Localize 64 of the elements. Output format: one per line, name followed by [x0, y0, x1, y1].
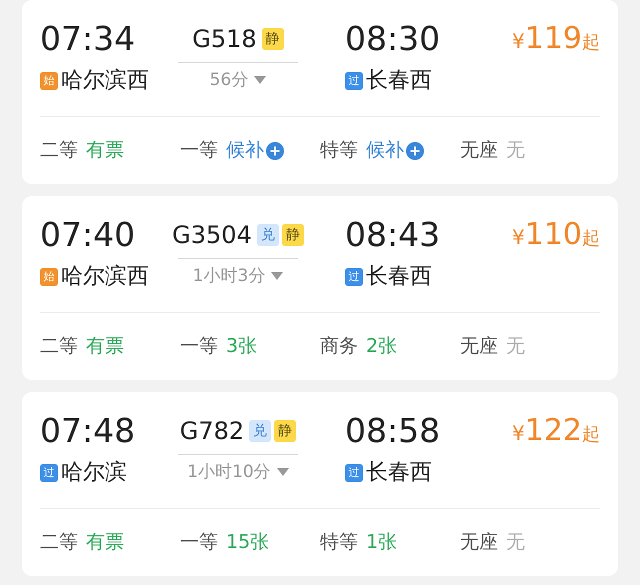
station-name: 长春西: [366, 68, 432, 94]
seat-class: 一等: [180, 530, 218, 556]
seat-class: 特等: [320, 530, 358, 556]
departure-time: 07:48: [40, 412, 136, 450]
train-number: G518: [192, 25, 257, 53]
seat-availability: 15张: [226, 530, 270, 556]
train-tag: 兑: [256, 224, 279, 246]
seat-availability: 有票: [86, 530, 124, 556]
seat-availability: 2张: [366, 334, 398, 360]
dropdown-caret-icon[interactable]: [276, 468, 289, 476]
station-name: 哈尔滨西: [61, 264, 149, 290]
station-badge: 过: [345, 268, 363, 286]
station-name: 长春西: [366, 460, 432, 486]
train-tag: 兑: [249, 420, 272, 442]
arrival-time: 08:43: [345, 216, 442, 254]
seat-availability: 无: [506, 530, 525, 556]
arrival-time: 08:58: [345, 412, 442, 450]
price: ¥122起: [512, 412, 600, 450]
seat-availability: 3张: [226, 334, 258, 360]
departure-time: 07:34: [40, 20, 136, 58]
plus-icon[interactable]: [266, 142, 284, 160]
seat-class: 商务: [320, 334, 358, 360]
duration: 1小时10分: [187, 461, 271, 483]
seat-class: 无座: [460, 530, 498, 556]
arrival-time: 08:30: [345, 20, 442, 58]
dropdown-caret-icon[interactable]: [254, 76, 266, 84]
departure-time: 07:40: [40, 216, 136, 254]
price: ¥110起: [512, 216, 600, 254]
station-badge: 过: [40, 464, 58, 482]
station-name: 长春西: [366, 264, 432, 290]
seat-class: 无座: [460, 334, 498, 360]
seat-availability[interactable]: 候补: [366, 136, 404, 165]
seat-class: 无座: [460, 138, 498, 164]
train-card[interactable]: 07:48 过 哈尔滨 G782 兑 静 1小时10分 08:58 过 长春西 ¥122起 二等 有票 一等 15张 特等 1张 无座 无: [22, 392, 618, 576]
station-badge: 始: [40, 268, 58, 286]
station-badge: 过: [345, 464, 363, 482]
train-tag: 静: [262, 28, 284, 50]
station-badge: 始: [40, 72, 58, 90]
seat-class: 特等: [320, 138, 358, 164]
seat-class: 二等: [40, 334, 78, 360]
train-tag: 静: [282, 224, 304, 246]
seat-availability[interactable]: 候补: [226, 136, 264, 165]
price: ¥119起: [512, 20, 600, 58]
seat-availability: 有票: [86, 138, 124, 164]
train-card[interactable]: 07:40 始 哈尔滨西 G3504 兑 静 1小时3分 08:43 过 长春西 ¥110起 二等 有票 一等 3张 商务 2张 无座 无: [22, 196, 618, 380]
seat-availability: 无: [506, 334, 525, 360]
train-number: G3504: [172, 221, 252, 249]
seat-availability: 有票: [86, 334, 124, 360]
train-card[interactable]: 07:34 始 哈尔滨西 G518 静 56分 08:30 过 长春西 ¥119起 二等 有票 一等 候补 特等 候补 无座 无: [22, 0, 618, 184]
seat-class: 一等: [180, 334, 218, 360]
train-number: G782: [180, 417, 244, 445]
seat-availability: 无: [506, 138, 525, 164]
train-tag: 静: [274, 420, 296, 442]
plus-icon[interactable]: [406, 142, 424, 160]
seat-class: 一等: [180, 138, 218, 164]
seat-class: 二等: [40, 138, 78, 164]
station-name: 哈尔滨西: [61, 68, 149, 94]
station-name: 哈尔滨: [61, 460, 127, 486]
station-badge: 过: [345, 72, 363, 90]
dropdown-caret-icon[interactable]: [271, 272, 284, 280]
seat-availability: 1张: [366, 530, 398, 556]
duration: 56分: [210, 69, 248, 91]
seat-class: 二等: [40, 530, 78, 556]
duration: 1小时3分: [192, 265, 266, 287]
